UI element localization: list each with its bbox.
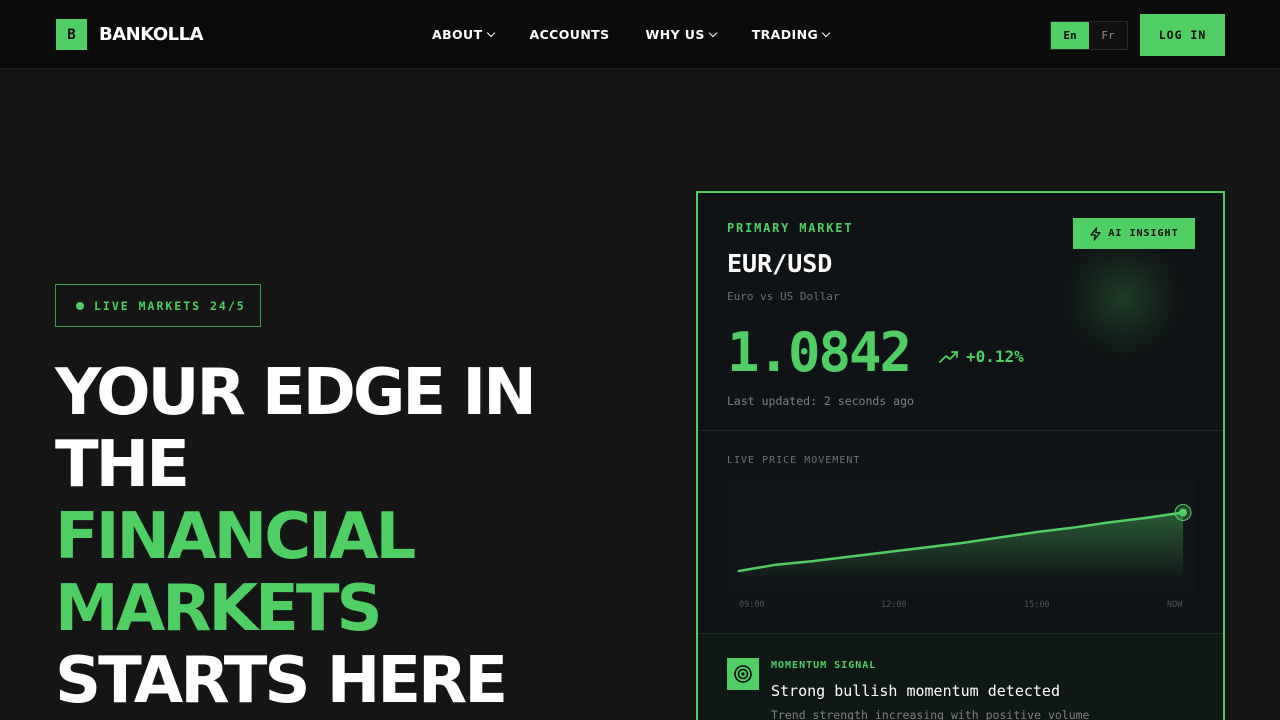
nav-item-accounts[interactable]: ACCOUNTS bbox=[530, 27, 610, 42]
chart-x-tick-label: 12:00 bbox=[881, 600, 907, 610]
nav-item-label: ABOUT bbox=[432, 27, 483, 42]
market-card: PRIMARY MARKET AI INSIGHT EUR/USD Euro v… bbox=[696, 191, 1225, 720]
nav-item-label: TRADING bbox=[751, 27, 819, 42]
chevron-down-icon bbox=[486, 28, 495, 37]
currency-pair-description: Euro vs US Dollar bbox=[727, 290, 840, 303]
login-button[interactable]: LOG IN bbox=[1140, 14, 1225, 56]
headline-line: STARTS HERE bbox=[55, 644, 508, 718]
signal-label: MOMENTUM SIGNAL bbox=[771, 660, 877, 671]
target-icon bbox=[727, 658, 759, 690]
lang-option-en[interactable]: En bbox=[1051, 22, 1089, 49]
price-chart-svg bbox=[737, 504, 1192, 580]
headline-line-accent: FINANCIAL bbox=[55, 500, 416, 574]
language-switcher: En Fr bbox=[1050, 21, 1128, 50]
nav-item-label: ACCOUNTS bbox=[529, 27, 610, 42]
nav-item-about[interactable]: ABOUT bbox=[432, 27, 495, 42]
ai-insight-label: AI INSIGHT bbox=[1108, 228, 1179, 239]
chart-x-tick-label: 09:00 bbox=[739, 600, 765, 610]
card-divider bbox=[698, 430, 1223, 431]
live-dot-icon bbox=[76, 301, 84, 310]
chevron-down-icon bbox=[708, 28, 717, 37]
signal-title: Strong bullish momentum detected bbox=[771, 682, 1060, 700]
chart-x-tick-label: NOW bbox=[1167, 600, 1183, 610]
chart-x-tick-label: 15:00 bbox=[1024, 600, 1050, 610]
price-change-value: +0.12% bbox=[966, 347, 1024, 366]
badge-text: LIVE MARKETS 24/5 bbox=[94, 298, 246, 313]
logo-mark: B bbox=[56, 19, 87, 50]
brand-logo[interactable]: B BANKOLLA bbox=[56, 19, 204, 50]
main-nav: ABOUT ACCOUNTS WHY US TRADING bbox=[432, 27, 831, 42]
hero-headline: YOUR EDGE IN THE FINANCIAL MARKETS START… bbox=[55, 356, 537, 718]
headline-line: YOUR EDGE IN bbox=[55, 356, 537, 430]
last-updated-text: Last updated: 2 seconds ago bbox=[727, 394, 914, 408]
chart-current-point bbox=[1179, 508, 1187, 517]
nav-item-why-us[interactable]: WHY US bbox=[645, 27, 717, 42]
trending-up-icon bbox=[939, 350, 958, 363]
logo-text: BANKOLLA bbox=[99, 24, 204, 45]
lightning-icon bbox=[1090, 226, 1102, 241]
site-header: B BANKOLLA ABOUT ACCOUNTS WHY US TRADING… bbox=[0, 0, 1280, 69]
nav-item-trading[interactable]: TRADING bbox=[751, 27, 831, 42]
nav-item-label: WHY US bbox=[645, 27, 705, 42]
chevron-down-icon bbox=[821, 28, 831, 37]
momentum-signal-panel: MOMENTUM SIGNAL Strong bullish momentum … bbox=[698, 633, 1223, 720]
lang-option-fr[interactable]: Fr bbox=[1089, 22, 1127, 49]
headline-line-accent: MARKETS bbox=[55, 572, 383, 646]
currency-pair: EUR/USD bbox=[727, 249, 833, 278]
signal-description: Trend strength increasing with positive … bbox=[771, 708, 1090, 720]
card-glow bbox=[1058, 233, 1188, 363]
price-chart bbox=[727, 480, 1195, 591]
primary-market-label: PRIMARY MARKET bbox=[727, 221, 854, 235]
live-markets-badge: LIVE MARKETS 24/5 bbox=[55, 284, 261, 327]
price-change: +0.12% bbox=[939, 347, 1024, 366]
headline-line: THE bbox=[55, 428, 190, 502]
ai-insight-button[interactable]: AI INSIGHT bbox=[1073, 218, 1195, 249]
chart-label: LIVE PRICE MOVEMENT bbox=[727, 455, 861, 466]
current-price: 1.0842 bbox=[727, 321, 912, 384]
